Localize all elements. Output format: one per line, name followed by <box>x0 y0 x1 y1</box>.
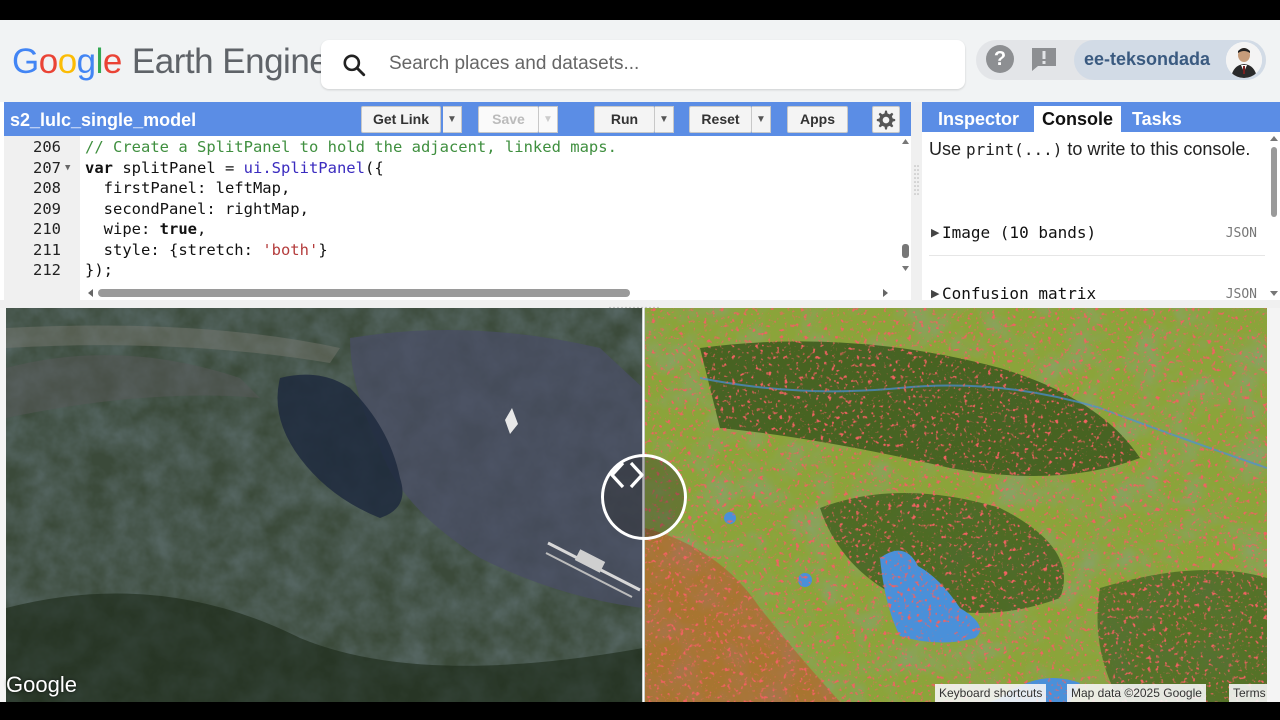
line-number: 212 <box>33 261 61 279</box>
product-name: Earth Engine <box>131 42 329 81</box>
fold-toggle-icon[interactable]: ▼ <box>65 158 70 179</box>
keyboard-shortcuts-link[interactable]: Keyboard shortcuts <box>935 684 1047 702</box>
code-line[interactable]: 207 ▼ var splitPanel = ui.SplitPanel({ <box>4 158 899 179</box>
terms-link[interactable]: Terms <box>1229 684 1270 702</box>
chevron-left-right-icon <box>610 461 644 489</box>
code-line[interactable]: 210 wipe: true, <box>4 219 899 240</box>
console-scrollbar[interactable] <box>1268 132 1280 300</box>
line-number: 208 <box>33 179 61 197</box>
map-data-attribution: Map data ©2025 Google <box>1067 684 1206 702</box>
tab-inspector[interactable]: Inspector <box>930 106 1027 132</box>
user-name: ee-teksondada <box>1084 49 1211 69</box>
line-number: 209 <box>33 199 61 218</box>
expand-icon[interactable]: ▶ <box>931 287 939 300</box>
app-window: GoogleEarth Engine ? ee-teksondada s2_lu… <box>0 20 1280 702</box>
code-text: wipe: true, <box>85 220 207 238</box>
search-box[interactable] <box>321 40 965 89</box>
settings-button[interactable] <box>872 106 900 133</box>
code-editor-panel: s2_lulc_single_model Get Link ▼ Save ▼ R… <box>4 102 911 300</box>
code-line[interactable]: 212}); <box>4 260 899 281</box>
reset-button[interactable]: Reset <box>689 106 752 133</box>
user-account-button[interactable]: ee-teksondada <box>1074 40 1266 80</box>
run-dropdown-icon[interactable]: ▼ <box>655 106 674 133</box>
save-button[interactable]: Save <box>478 106 539 133</box>
google-earth-engine-logo[interactable]: Google Earth Engine <box>12 42 329 82</box>
code-text: secondPanel: rightMap, <box>85 199 309 218</box>
header-actions: ? ee-teksondada <box>976 40 1266 80</box>
gear-icon <box>876 110 896 130</box>
reset-dropdown-icon[interactable]: ▼ <box>752 106 771 133</box>
line-number: 206 <box>33 138 61 156</box>
console-intro: Use print(...) to write to this console. <box>929 139 1251 159</box>
code-text: style: {stretch: 'both'} <box>85 240 328 259</box>
lulc-classification-right <box>645 308 1267 702</box>
code-text: }); <box>85 261 113 279</box>
search-input[interactable] <box>389 48 949 80</box>
google-watermark: Google <box>6 672 77 697</box>
code-text: var splitPanel = ui.SplitPanel({ <box>85 158 384 177</box>
run-button[interactable]: Run <box>594 106 655 133</box>
line-number: 207 <box>33 158 61 177</box>
script-name[interactable]: s2_lulc_single_model <box>10 110 196 131</box>
get-link-button[interactable]: Get Link <box>361 106 441 133</box>
top-header: GoogleEarth Engine ? ee-teksondada <box>0 20 1280 102</box>
vertical-splitter[interactable] <box>911 102 922 300</box>
console-entry[interactable]: ▶ Image (10 bands) JSON <box>929 216 1265 256</box>
code-line[interactable]: 208 firstPanel: leftMap, <box>4 178 899 199</box>
editor-toolbar: s2_lulc_single_model Get Link ▼ Save ▼ R… <box>4 102 911 136</box>
apps-button[interactable]: Apps <box>787 106 848 133</box>
json-badge[interactable]: JSON <box>1226 226 1257 241</box>
feedback-icon[interactable] <box>1030 46 1058 72</box>
code-text: // Create a SplitPanel to hold the adjac… <box>85 138 617 156</box>
help-icon[interactable]: ? <box>986 45 1014 73</box>
line-number: 211 <box>33 240 61 259</box>
code-area[interactable]: 206 // Create a SplitPanel to hold the ad… <box>4 136 911 300</box>
editor-vertical-scrollbar[interactable] <box>900 136 911 276</box>
tab-console[interactable]: Console <box>1034 106 1122 132</box>
search-icon <box>343 54 366 77</box>
code-line[interactable]: 206 // Create a SplitPanel to hold the ad… <box>4 137 899 158</box>
save-dropdown-icon[interactable]: ▼ <box>539 106 558 133</box>
right-panel-tabs: Inspector Console Tasks <box>922 102 1280 132</box>
code-text: firstPanel: leftMap, <box>85 179 291 197</box>
get-link-dropdown-icon[interactable]: ▼ <box>443 106 462 133</box>
code-line[interactable]: 209 secondPanel: rightMap, <box>4 199 899 220</box>
line-number: 210 <box>33 220 61 238</box>
built-up-areas <box>645 308 1267 702</box>
satellite-imagery-left <box>6 308 643 702</box>
code-line[interactable]: 211 style: {stretch: 'both'} <box>4 240 899 261</box>
editor-horizontal-scrollbar[interactable] <box>84 286 892 300</box>
map-view[interactable]: Google Keyboard shortcuts Map data ©2025… <box>0 308 1280 702</box>
avatar <box>1226 42 1262 78</box>
tab-tasks[interactable]: Tasks <box>1124 106 1190 132</box>
split-handle[interactable] <box>601 454 687 540</box>
expand-icon[interactable]: ▶ <box>931 226 939 239</box>
horizontal-splitter[interactable] <box>0 300 1280 312</box>
right-panel: Inspector Console Tasks Use print(...) t… <box>922 102 1280 303</box>
